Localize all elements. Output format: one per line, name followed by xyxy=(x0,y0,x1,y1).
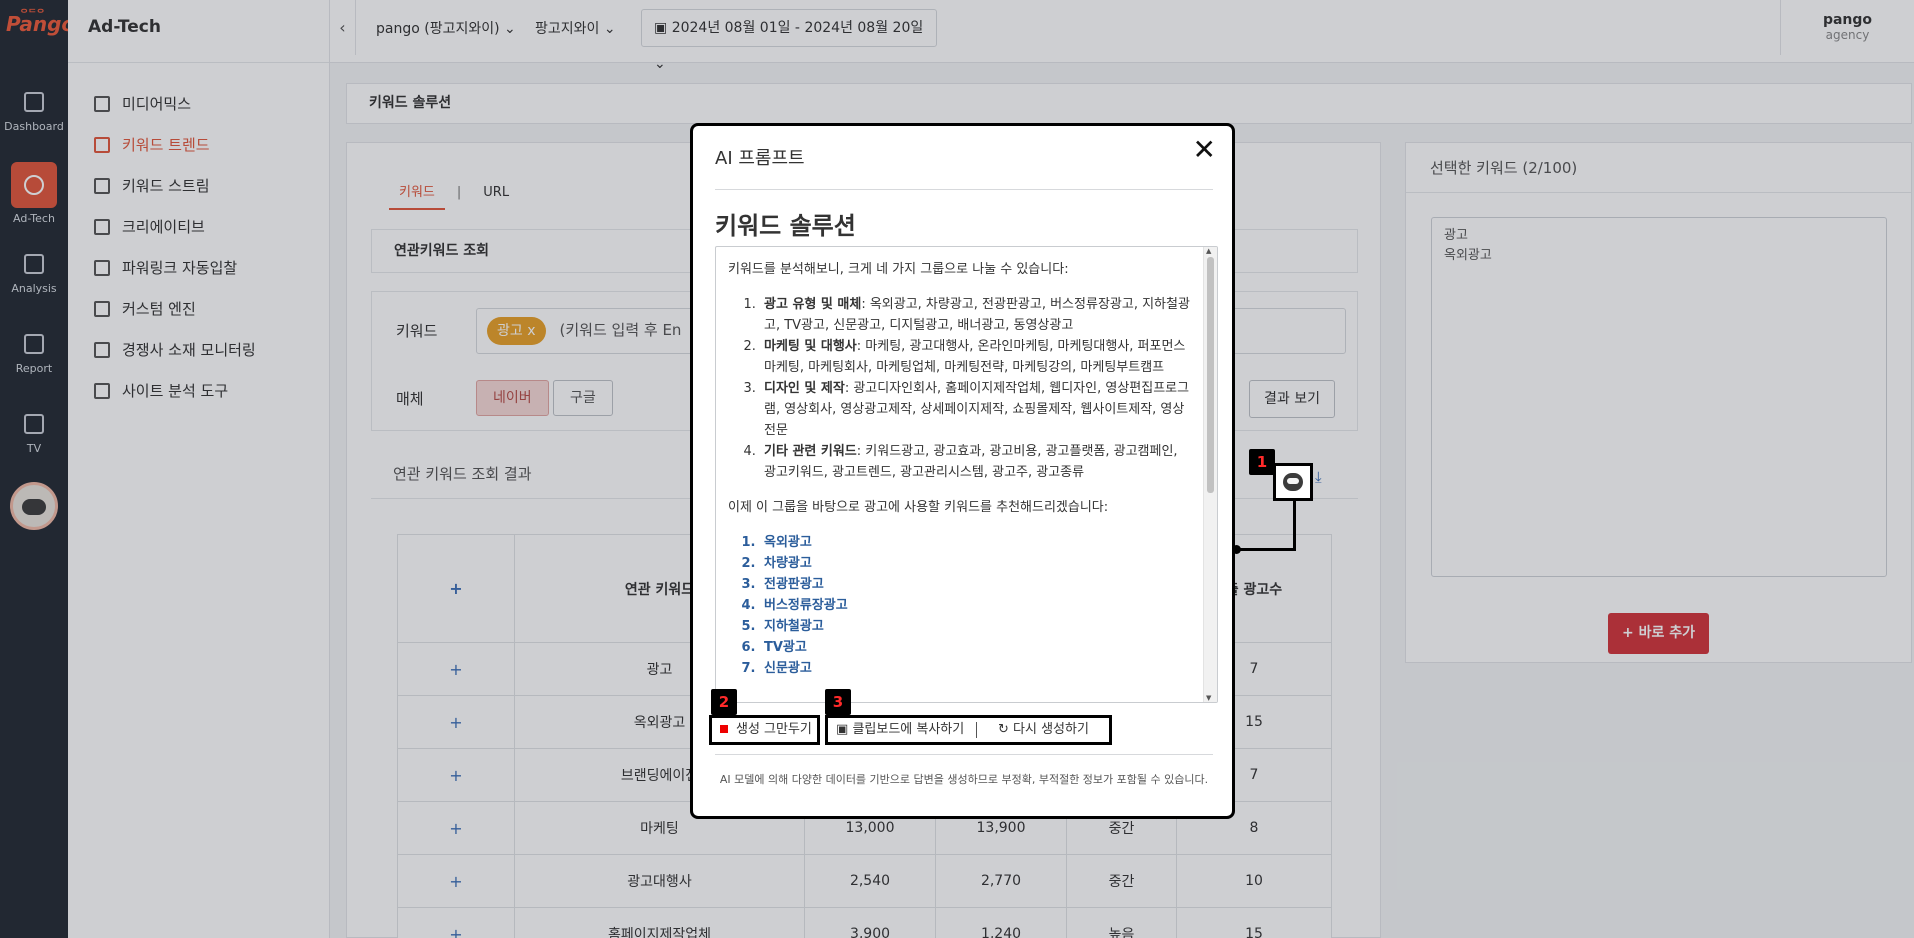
robot-icon xyxy=(1283,473,1303,491)
modal-title: AI 프롬프트 xyxy=(715,148,805,169)
callout-connector xyxy=(1293,500,1296,550)
list-item[interactable]: TV광고 xyxy=(760,637,1190,658)
clipboard-icon: ▣ xyxy=(836,722,849,737)
recommend-intro: 이제 이 그룹을 바탕으로 광고에 사용할 키워드를 추천해드리겠습니다: xyxy=(728,500,1109,515)
response-intro: 키워드를 분석해보니, 크게 네 가지 그룹으로 나눌 수 있습니다: xyxy=(728,262,1069,277)
callout-connector xyxy=(1236,548,1296,551)
ai-prompt-modal: AI 프롬프트 ✕ 키워드 솔루션 키워드를 분석해보니, 크게 네 가지 그룹… xyxy=(690,123,1235,819)
modal-heading: 키워드 솔루션 xyxy=(715,212,856,240)
callout-badge-1: 1 xyxy=(1249,449,1275,475)
ai-response-content: 키워드를 분석해보니, 크게 네 가지 그룹으로 나눌 수 있습니다: 광고 유… xyxy=(716,247,1204,702)
scroll-down-arrow-icon[interactable]: ▼ xyxy=(1206,694,1211,702)
group-list: 광고 유형 및 매체: 옥외광고, 차량광고, 전광판광고, 버스정류장광고, … xyxy=(760,294,1190,483)
callout-frame: ▣ 클립보드에 복사하기 ↻ 다시 생성하기 xyxy=(825,715,1112,745)
stop-icon xyxy=(720,725,728,733)
list-item[interactable]: 신문광고 xyxy=(760,658,1190,679)
list-item: 광고 유형 및 매체: 옥외광고, 차량광고, 전광판광고, 버스정류장광고, … xyxy=(760,294,1190,336)
callout-badge-2: 2 xyxy=(711,689,737,715)
ai-disclaimer: AI 모델에 의해 다양한 데이터를 기반으로 답변을 생성하므로 부정확, 부… xyxy=(719,773,1209,786)
refresh-icon: ↻ xyxy=(998,722,1009,737)
list-item[interactable]: 전광판광고 xyxy=(760,574,1190,595)
callout-badge-3: 3 xyxy=(825,689,851,715)
scrollbar[interactable]: ▲ ▼ xyxy=(1203,247,1217,702)
regenerate-button[interactable]: ↻ 다시 생성하기 xyxy=(990,718,1089,742)
list-item: 디자인 및 제작: 광고디자인회사, 홈페이지제작업체, 웹디자인, 영상편집프… xyxy=(760,378,1190,441)
modal-actions: 생성 그만두기 ▣ 클립보드에 복사하기 ↻ 다시 생성하기 xyxy=(709,715,1229,745)
close-icon[interactable]: ✕ xyxy=(1193,136,1216,164)
callout-frame: 생성 그만두기 xyxy=(709,715,820,745)
list-item: 기타 관련 키워드: 키워드광고, 광고효과, 광고비용, 광고플랫폼, 광고캠… xyxy=(760,441,1190,483)
stop-generation-button[interactable]: 생성 그만두기 xyxy=(712,718,812,742)
scroll-up-arrow-icon[interactable]: ▲ xyxy=(1206,247,1211,255)
list-item[interactable]: 차량광고 xyxy=(760,553,1190,574)
divider xyxy=(715,189,1213,190)
divider xyxy=(976,722,977,738)
ai-response-box[interactable]: 키워드를 분석해보니, 크게 네 가지 그룹으로 나눌 수 있습니다: 광고 유… xyxy=(715,246,1218,703)
copy-to-clipboard-button[interactable]: ▣ 클립보드에 복사하기 xyxy=(828,718,964,742)
list-item: 마케팅 및 대행사: 마케팅, 광고대행사, 온라인마케팅, 마케팅대행사, 퍼… xyxy=(760,336,1190,378)
list-item[interactable]: 지하철광고 xyxy=(760,616,1190,637)
list-item[interactable]: 옥외광고 xyxy=(760,532,1190,553)
ai-prompt-button[interactable] xyxy=(1273,463,1313,501)
divider xyxy=(715,754,1213,755)
scrollbar-thumb[interactable] xyxy=(1207,257,1214,493)
recommended-keyword-list: 옥외광고 차량광고 전광판광고 버스정류장광고 지하철광고 TV광고 신문광고 xyxy=(760,532,1190,679)
list-item[interactable]: 버스정류장광고 xyxy=(760,595,1190,616)
